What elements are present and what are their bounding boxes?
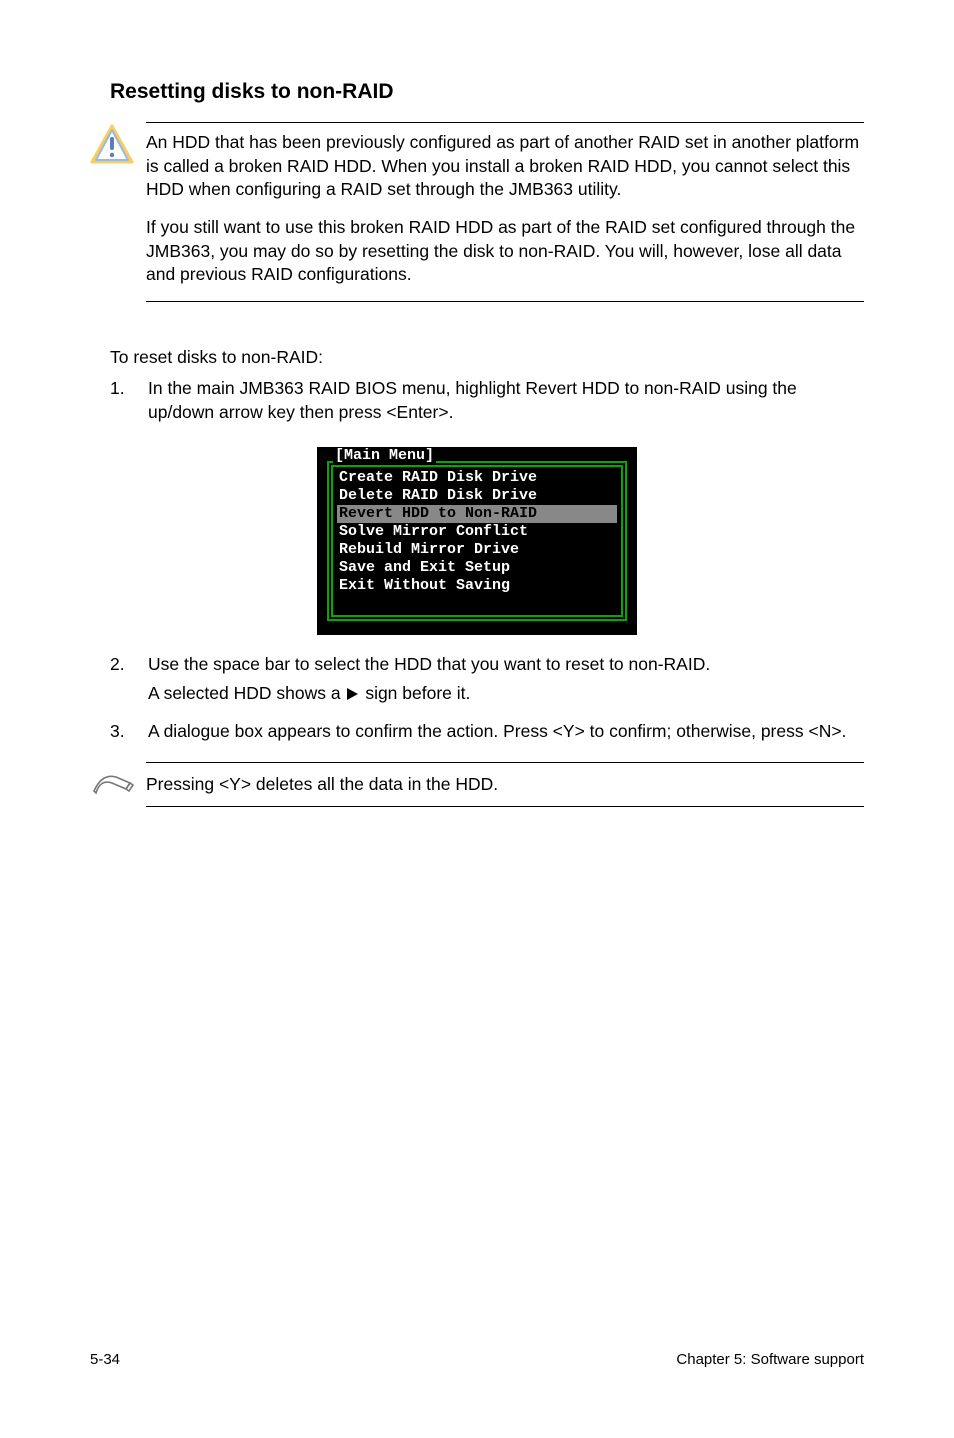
step-number: 1. (110, 377, 148, 424)
triangle-icon (347, 688, 358, 700)
bios-menu-item-selected: Revert HDD to Non-RAID (337, 505, 617, 523)
warning-icon (90, 122, 146, 164)
pencil-note-icon (90, 769, 146, 799)
warning-paragraph-1: An HDD that has been previously configur… (146, 131, 864, 202)
chapter-label: Chapter 5: Software support (676, 1351, 864, 1368)
note-callout: Pressing <Y> deletes all the data in the… (90, 762, 864, 808)
bios-menu-item: Delete RAID Disk Drive (337, 487, 617, 505)
step-text-fragment: sign before it. (360, 683, 470, 703)
step-text: A dialogue box appears to confirm the ac… (148, 720, 864, 744)
bios-menu-title: [Main Menu] (333, 447, 436, 464)
step-number: 3. (110, 720, 148, 744)
step-3: 3. A dialogue box appears to confirm the… (110, 720, 864, 744)
step-text: Use the space bar to select the HDD that… (148, 653, 864, 677)
section-heading: Resetting disks to non-RAID (90, 80, 864, 104)
bios-menu-item: Rebuild Mirror Drive (337, 541, 617, 559)
step-1: 1. In the main JMB363 RAID BIOS menu, hi… (110, 377, 864, 424)
bios-menu-item: Exit Without Saving (337, 577, 617, 595)
bios-menu-item: Save and Exit Setup (337, 559, 617, 577)
step-text-fragment: A selected HDD shows a (148, 683, 345, 703)
step-text: In the main JMB363 RAID BIOS menu, highl… (148, 377, 864, 424)
step-number: 2. (110, 653, 148, 712)
bios-menu-item: Solve Mirror Conflict (337, 523, 617, 541)
warning-callout: An HDD that has been previously configur… (90, 122, 864, 302)
intro-text: To reset disks to non-RAID: (110, 346, 864, 370)
page-number: 5-34 (90, 1351, 120, 1368)
step-text: A selected HDD shows a sign before it. (148, 682, 864, 706)
note-text: Pressing <Y> deletes all the data in the… (146, 762, 864, 808)
step-2: 2. Use the space bar to select the HDD t… (110, 653, 864, 712)
warning-paragraph-2: If you still want to use this broken RAI… (146, 216, 864, 287)
bios-menu-item: Create RAID Disk Drive (337, 469, 617, 487)
bios-menu-screenshot: [Main Menu] Create RAID Disk Drive Delet… (317, 447, 637, 635)
